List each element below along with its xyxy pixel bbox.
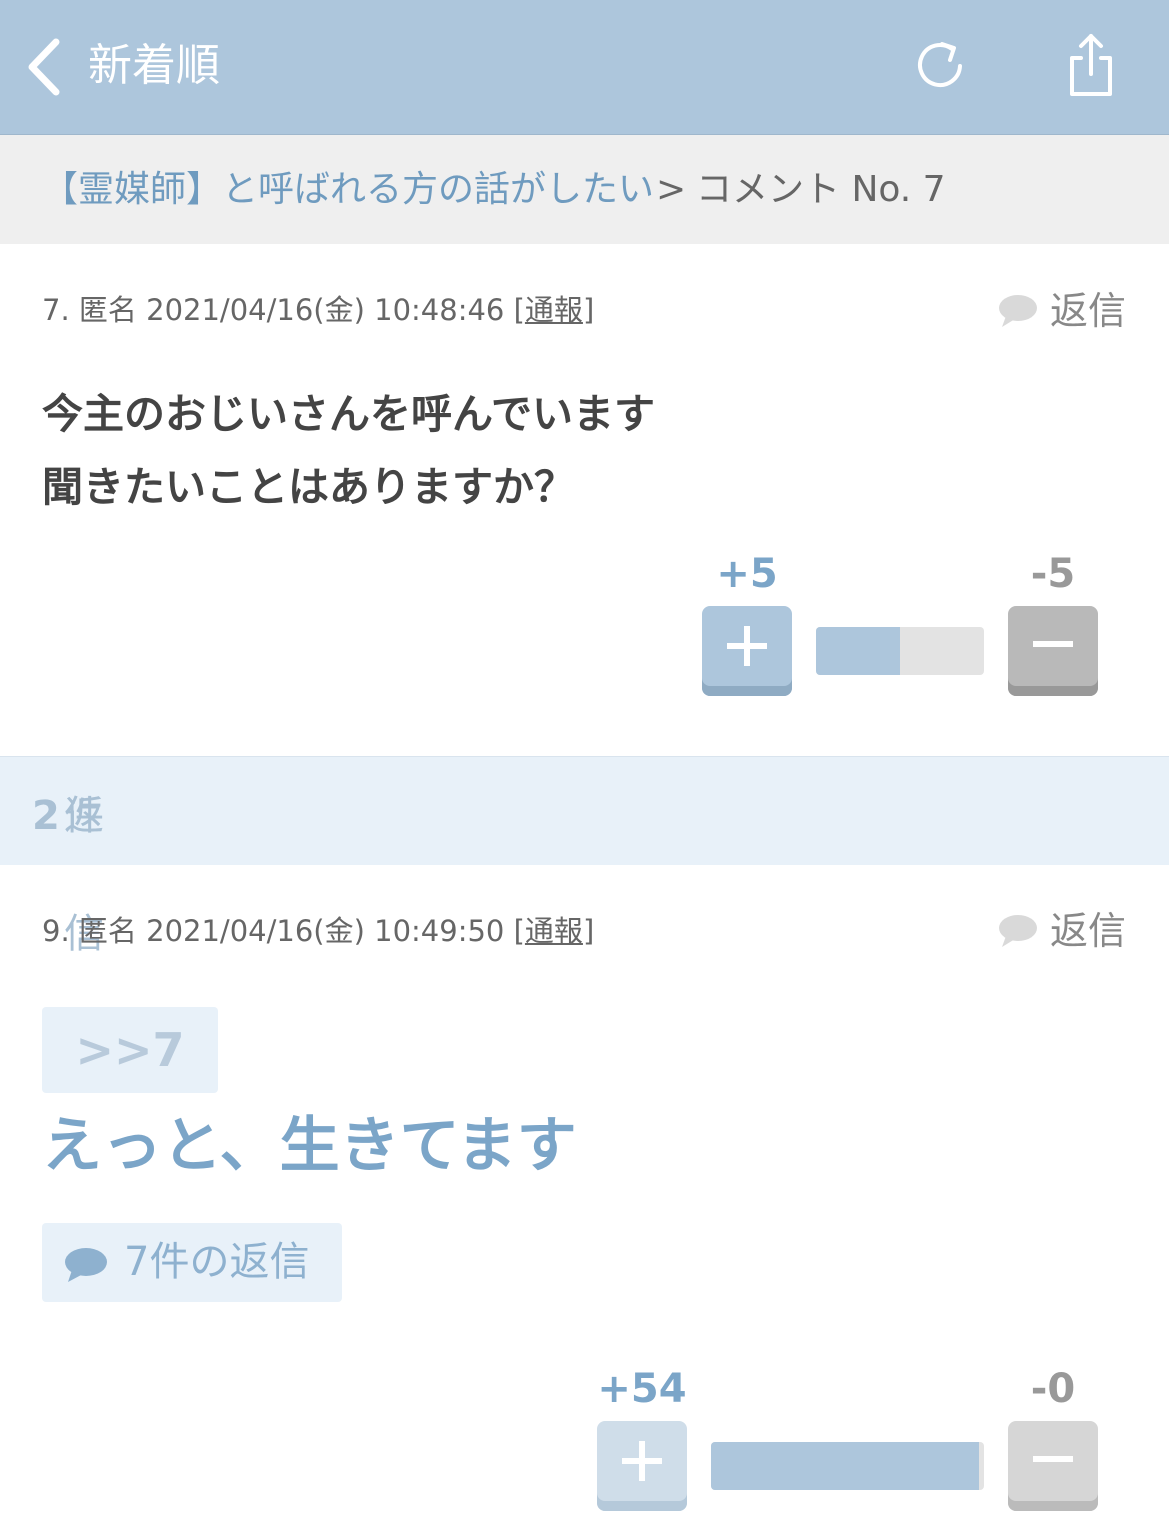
view-replies-button[interactable]: 7件の返信 [42, 1223, 342, 1302]
minus-score: -0 [1030, 1366, 1076, 1412]
minus-icon [1033, 641, 1073, 647]
plus-score: +5 [716, 551, 778, 597]
reply-button[interactable]: 返信 [998, 906, 1138, 956]
reply-label: 返信 [1050, 909, 1127, 953]
vote-ratio-fill [711, 1442, 979, 1490]
comment-body-line-1: 今主のおじいさんを呼んでいます [42, 390, 655, 438]
reload-button[interactable] [912, 36, 972, 96]
replies-suffix: 件 [64, 793, 104, 839]
reply-datetime: 2021/04/16(金) 10:49:50 [146, 914, 505, 948]
replies-count: 2 [32, 793, 60, 839]
plus-score: +54 [597, 1366, 687, 1412]
minus-score: -5 [1030, 551, 1076, 597]
top-bar: 新着順 [0, 0, 1169, 135]
comment-meta: 7. 匿名 2021/04/16(金) 10:48:46 [通報] [42, 290, 594, 330]
reply-meta: 9. 匿名 2021/04/16(金) 10:49:50 [通報] [42, 911, 594, 951]
comment-body: 今主のおじいさんを呼んでいます 聞きたいことはありますか？ [42, 378, 655, 524]
share-icon [1070, 34, 1112, 96]
speech-bubble-icon [65, 1248, 107, 1282]
minus-icon [1033, 1456, 1073, 1462]
anchor-link[interactable]: >>7 [42, 1007, 218, 1093]
upvote-button[interactable] [702, 606, 792, 696]
report-bracket-open: [ [513, 293, 525, 327]
vote-ratio-bar [816, 627, 984, 675]
reply-author: 匿名 [78, 914, 137, 948]
reply-label: 返信 [1050, 289, 1127, 333]
back-button[interactable] [22, 36, 66, 98]
downvote-button[interactable] [1008, 1421, 1098, 1511]
replies-header: 返信 2 件 [0, 756, 1169, 957]
chevron-left-icon [28, 38, 60, 96]
reload-icon [918, 42, 962, 87]
upvote-button[interactable] [597, 1421, 687, 1511]
breadcrumb-current: コメント No. 7 [696, 169, 946, 210]
share-button[interactable] [1062, 30, 1120, 100]
reply-button[interactable]: 返信 [998, 286, 1138, 336]
report-bracket-close: ] [582, 914, 595, 948]
vote-ratio-bar [711, 1442, 984, 1490]
report-bracket-open: [ [513, 914, 525, 948]
comment-body-line-2: 聞きたいことはありますか？ [42, 463, 575, 511]
report-bracket-close: ] [582, 293, 595, 327]
page-title: 新着順 [88, 40, 220, 91]
plus-icon [622, 1441, 662, 1481]
comment-number: 7. [42, 293, 70, 327]
reply-number: 9. [42, 914, 70, 948]
plus-icon [727, 626, 767, 666]
report-link[interactable]: 通報 [525, 293, 583, 327]
comment-author: 匿名 [78, 293, 137, 327]
vote-ratio-fill [816, 627, 900, 675]
breadcrumb-separator: > [656, 169, 687, 210]
downvote-button[interactable] [1008, 606, 1098, 696]
view-replies-label: 7件の返信 [124, 1239, 310, 1285]
breadcrumb: 【霊媒師】と呼ばれる方の話がしたい > コメント No. 7 [0, 135, 1169, 244]
speech-bubble-icon [999, 295, 1037, 327]
report-link[interactable]: 通報 [525, 914, 583, 948]
speech-bubble-icon [999, 915, 1037, 947]
reply-body: えっと、生きてます [42, 1111, 577, 1181]
breadcrumb-topic-link[interactable]: 【霊媒師】と呼ばれる方の話がしたい [42, 135, 654, 244]
comment-datetime: 2021/04/16(金) 10:48:46 [146, 293, 505, 327]
